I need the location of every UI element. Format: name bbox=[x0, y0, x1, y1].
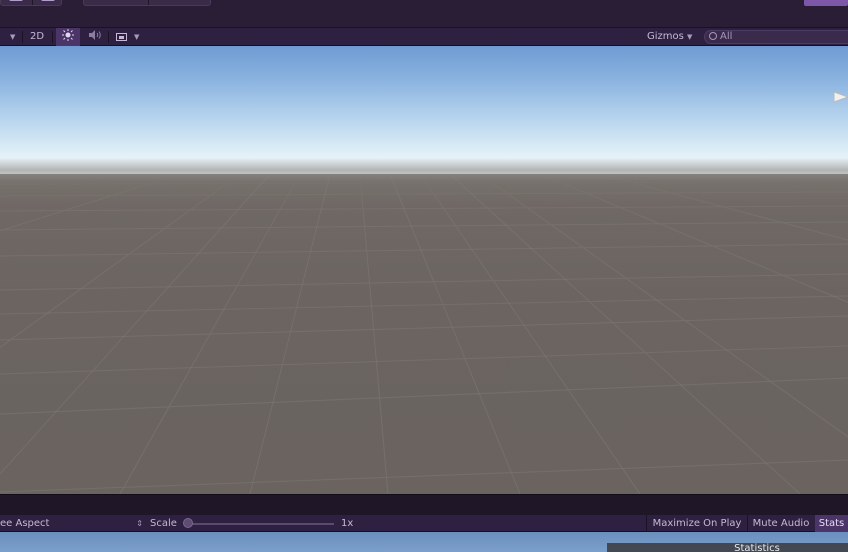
tool-separator bbox=[32, 0, 33, 5]
main-toolbar bbox=[0, 0, 848, 28]
maximize-on-play-toggle[interactable]: Maximize On Play bbox=[647, 515, 747, 532]
scale-slider-track[interactable] bbox=[186, 523, 334, 525]
effects-caret-icon[interactable]: ▼ bbox=[134, 28, 139, 46]
lighting-toggle-button[interactable] bbox=[56, 28, 80, 46]
scene-viewport[interactable] bbox=[0, 46, 848, 494]
toolbar-separator bbox=[22, 31, 23, 43]
stats-toggle[interactable]: Stats bbox=[815, 515, 848, 532]
gizmos-label: Gizmos bbox=[647, 31, 684, 42]
transform-tool-icon[interactable] bbox=[41, 0, 55, 1]
toolbar-separator bbox=[52, 31, 53, 43]
image-icon bbox=[116, 33, 127, 41]
scale-value: 1x bbox=[341, 518, 354, 529]
rect-tool-icon[interactable] bbox=[9, 0, 23, 1]
game-tab-bar bbox=[0, 494, 848, 515]
scene-grid bbox=[0, 174, 848, 494]
layout-dropdown[interactable] bbox=[804, 0, 848, 6]
transform-tools[interactable] bbox=[0, 0, 62, 6]
effects-toggle-button[interactable]: ▼ bbox=[112, 28, 144, 46]
scene-search-input[interactable]: All bbox=[704, 30, 848, 44]
scene-gizmo-cone[interactable] bbox=[834, 90, 848, 104]
horizon-haze bbox=[0, 158, 848, 182]
toolbar-separator bbox=[108, 31, 109, 43]
gizmos-caret-icon: ▼ bbox=[687, 33, 693, 41]
shading-mode-caret-icon[interactable]: ▼ bbox=[10, 28, 15, 46]
search-icon bbox=[709, 32, 717, 40]
sun-icon bbox=[62, 29, 74, 41]
2d-toggle-button[interactable]: 2D bbox=[25, 28, 49, 46]
gizmos-dropdown[interactable]: Gizmos ▼ bbox=[647, 28, 697, 46]
aspect-dropdown[interactable]: ee Aspect ⇕ bbox=[0, 515, 145, 532]
game-toolbar: ee Aspect ⇕ Scale 1x Maximize On Play Mu… bbox=[0, 515, 848, 532]
audio-toggle-button[interactable] bbox=[84, 28, 106, 46]
aspect-label: ee Aspect bbox=[0, 518, 50, 529]
pivot-separator bbox=[148, 0, 149, 5]
statistics-title: Statistics bbox=[734, 543, 780, 552]
scale-label: Scale bbox=[150, 518, 177, 529]
pivot-toggle-group[interactable] bbox=[83, 0, 211, 6]
mute-audio-toggle[interactable]: Mute Audio bbox=[748, 515, 814, 532]
search-placeholder: All bbox=[720, 31, 733, 42]
speaker-icon bbox=[89, 30, 101, 40]
aspect-arrows-icon: ⇕ bbox=[136, 519, 143, 528]
scale-slider-thumb[interactable] bbox=[183, 518, 193, 528]
scene-toolbar: ▼ 2D ▼ Gizmos ▼ All bbox=[0, 28, 848, 46]
